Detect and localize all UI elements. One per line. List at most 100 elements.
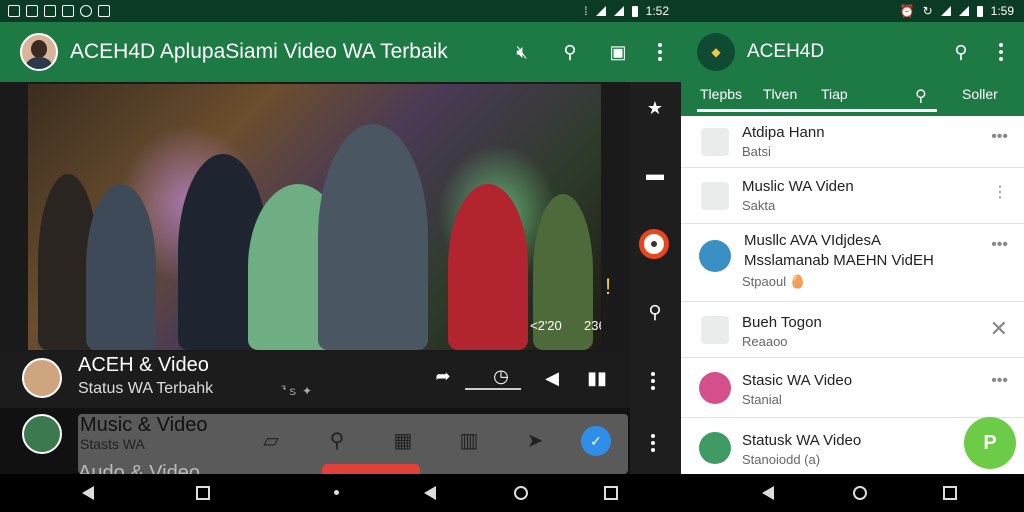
status-bar-left: ⁞ 1:52 [0,0,681,22]
compose-fab[interactable]: P [964,417,1016,469]
row1-more-icon[interactable] [648,372,658,390]
folder-icon[interactable]: ▱ [258,428,284,453]
video-title: ACEH & Video [78,354,209,376]
search-rail-icon[interactable]: ⚲ [643,302,667,323]
comment-icon[interactable]: ▬ [643,164,667,185]
right-app-bar: ◆ ACEH4D ⚲ [681,22,1024,82]
row2-subtitle: Stasts WA [80,436,145,452]
notification-icon [8,5,20,17]
forward-icon[interactable]: ➤ [522,428,548,453]
item-avatar [699,240,731,272]
item-avatar [699,372,731,404]
app-title: ACEH4D AplupaSiami Video WA Terbaik [70,40,448,63]
item-more-icon[interactable]: ••• [991,372,1008,390]
person-6 [448,184,528,350]
recents-icon-2[interactable] [604,486,618,500]
video-time-total: 236 [584,318,601,333]
list-item[interactable]: Bueh Togon Reaaoo ✕ [681,302,1024,358]
chrome-icon [80,5,92,17]
list-item[interactable]: Stasic WA Video Stanial ••• [681,358,1024,418]
right-app-title: ACEH4D [747,41,825,62]
chat-list: Atdipa Hann Batsi ••• Muslic WA Viden Sa… [681,116,1024,474]
tab-search-icon[interactable]: ⚲ [915,86,927,106]
item-subtitle: Reaaoo [742,334,788,349]
item-title: Bueh Togon [742,314,822,331]
clock-left: 1:52 [645,4,669,18]
tab-3[interactable]: Tiap [821,86,848,102]
video-player[interactable]: <2'20 236 [28,84,601,350]
item-subtitle: Sakta [742,198,776,213]
search-icon[interactable]: ⚲ [559,42,581,63]
profile-avatar[interactable] [20,33,58,71]
search-tool-icon[interactable]: ⚲ [324,428,350,453]
channel-avatar-2[interactable] [22,414,62,454]
tab-indicator [697,109,937,112]
briefcase-icon [701,182,729,210]
person-5 [318,124,428,350]
tab-1[interactable]: Tlepbs [700,86,742,102]
item-more-icon[interactable]: ••• [991,128,1008,146]
item-title: Muslic WA Viden [742,178,854,195]
home-icon[interactable] [514,486,528,500]
list-item[interactable]: Musllc AVA VIdjdesA Msslamanab MAEHN Vid… [681,224,1024,302]
more-options-icon[interactable] [655,43,665,61]
side-rail [630,82,681,474]
right-more-icon[interactable] [996,43,1006,61]
row2-more-icon[interactable] [648,434,658,452]
timer-icon[interactable]: ◷ [490,366,512,387]
navigation-bar [0,474,1024,512]
recents-icon[interactable] [196,486,210,500]
mute-icon[interactable]: 🔇︎ [511,42,533,63]
back-icon-2[interactable] [424,486,436,500]
folder-icon [701,128,729,156]
red-badge [322,464,420,474]
star-icon[interactable]: ★ [643,98,667,119]
video-tag: ᐩ̃ｓ ✦ [282,384,313,398]
progress-track[interactable] [465,388,521,390]
list-item[interactable]: Muslic WA Viden Sakta ⋮ [681,168,1024,224]
chat-icon[interactable]: ▣ [607,42,629,63]
battery-icon [631,5,638,17]
folder-icon [701,316,729,344]
recents-icon-3[interactable] [943,486,957,500]
item-avatar [699,432,731,464]
battery-icon-right [976,5,983,17]
book-icon[interactable]: ▥ [456,428,482,453]
download-icon [98,5,110,17]
app-logo-icon: ◆ [697,33,735,71]
video-time-elapsed: <2'20 [530,318,562,333]
signal-icon-right [958,6,969,16]
tab-2[interactable]: Tlven [763,86,797,102]
list-item[interactable]: Atdipa Hann Batsi ••• [681,116,1024,168]
record-button[interactable] [639,229,669,259]
close-icon[interactable]: ✕ [990,316,1008,342]
item-title: Musllc AVA VIdjdesA [744,232,882,249]
pause-icon[interactable]: ▮▮ [586,368,608,389]
status-bar-right: ⏰ ↻ 1:59 [681,0,1024,22]
item-title-2: Msslamanab MAEHN VidEH [744,252,934,269]
action-button[interactable]: ✓ [581,426,611,456]
item-title: Statusk WA Video [742,432,862,449]
volume-icon[interactable]: ◀ [541,368,563,389]
signal-icon [613,6,624,16]
channel-avatar[interactable] [22,358,62,398]
item-subtitle: Batsi [742,144,771,159]
item-more-icon[interactable]: ⋮ [992,182,1008,202]
item-more-icon[interactable]: ••• [991,236,1008,254]
mail-icon [62,5,74,17]
back-icon[interactable] [82,486,94,500]
share-icon[interactable]: ➦ [432,366,454,387]
row3-title: Audo & Video [78,462,200,474]
item-subtitle: Stanial [742,392,782,407]
right-search-icon[interactable]: ⚲ [950,42,972,63]
tab-4[interactable]: Soller [962,86,998,102]
item-subtitle: Stpaoul 🥚 [742,274,806,289]
clock-right: 1:59 [990,4,1014,18]
wifi-icon-right [940,6,951,16]
dot-icon [334,490,339,495]
calendar-icon[interactable]: ▦ [390,428,416,453]
back-icon-3[interactable] [762,486,774,500]
video-info-row[interactable]: ACEH & Video Status WA Terbahk ᐩ̃ｓ ✦ ➦ ◷… [0,352,630,408]
home-icon-2[interactable] [853,486,867,500]
person-2 [86,184,156,350]
